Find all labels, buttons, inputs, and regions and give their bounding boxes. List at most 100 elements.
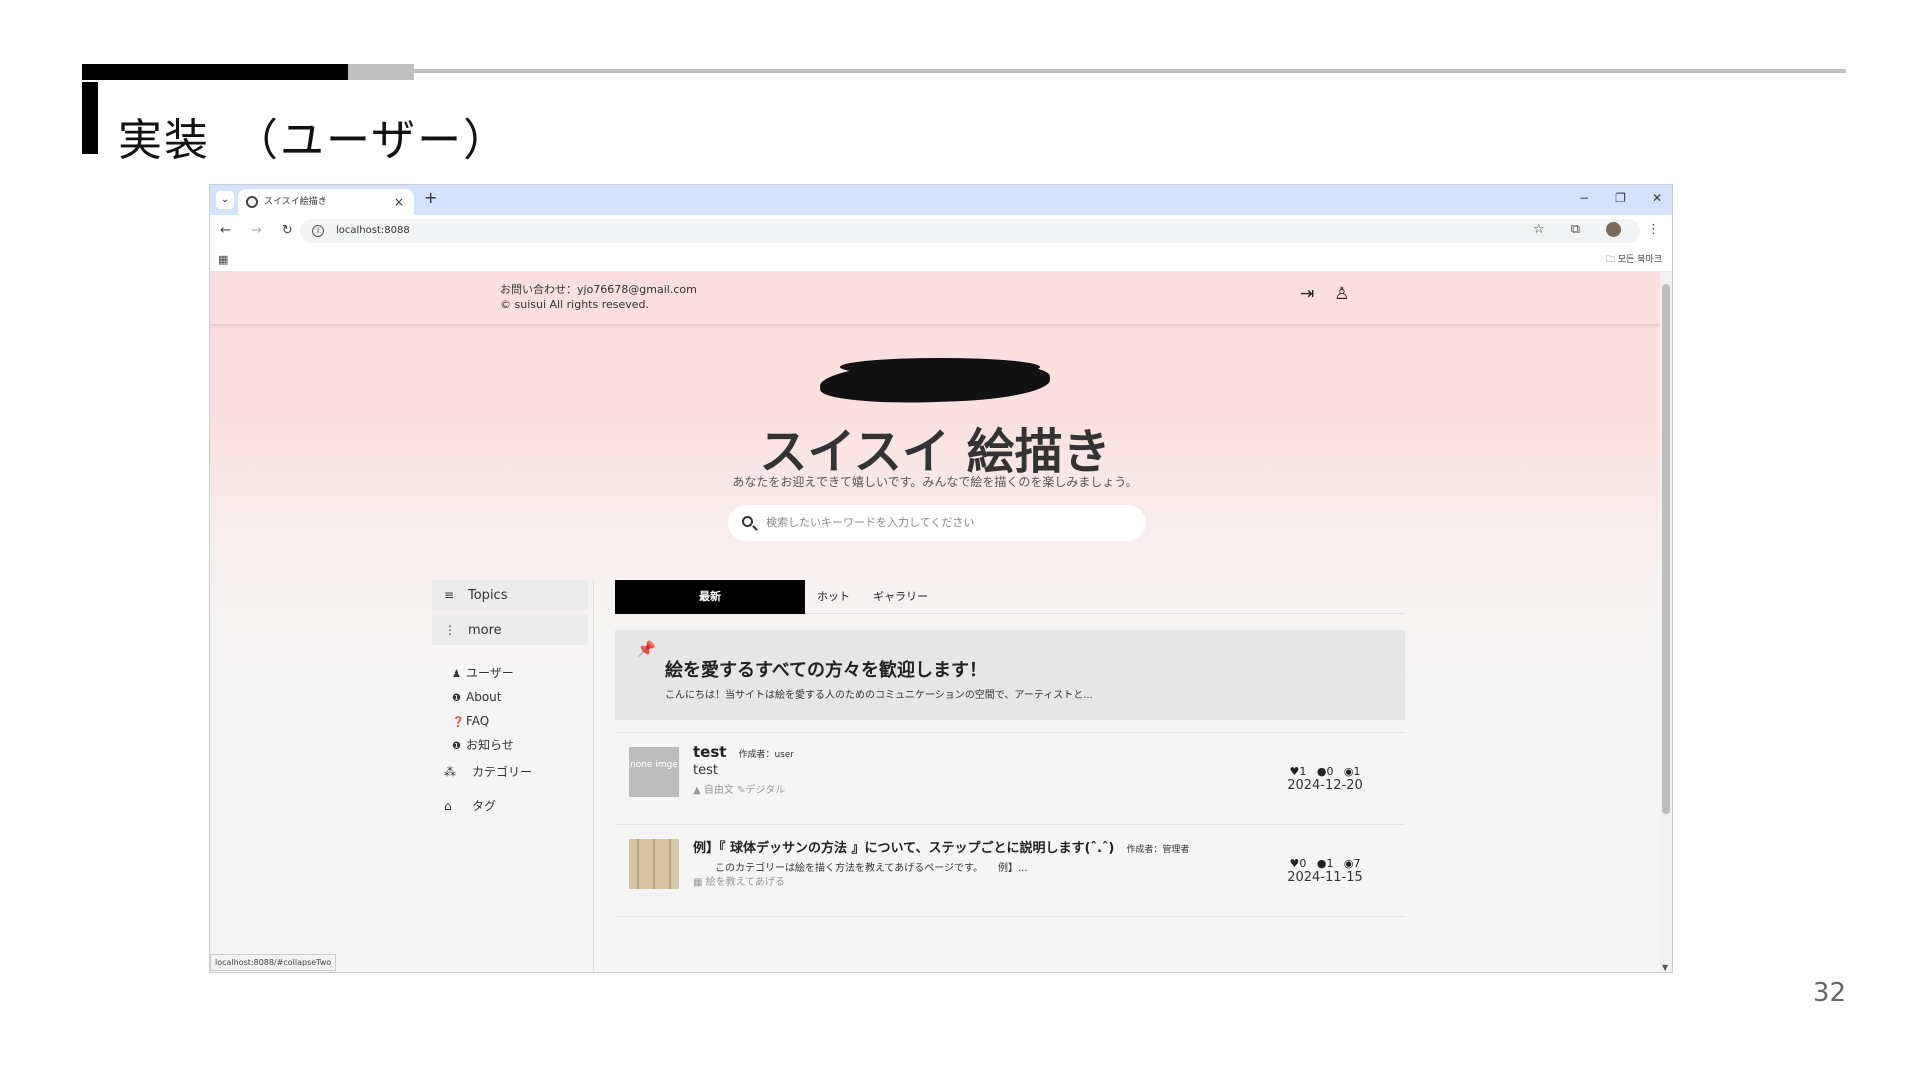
post-author: 作成者：user [738, 750, 795, 760]
post-body: test [693, 763, 718, 778]
sidebar-item-tag[interactable]: ⌂ タグ [444, 791, 588, 825]
scroll-down-arrow-icon[interactable]: ▼ [1662, 963, 1668, 972]
list-icon: ≡ [444, 588, 455, 602]
post-author: 作成者：管理者 [1126, 845, 1190, 855]
shapes-icon: ⁂ [444, 765, 456, 779]
sidebar-item-faq[interactable]: ❓ FAQ [452, 709, 588, 733]
all-bookmarks-label: 모든 북마크 [1617, 255, 1662, 265]
sidebar-topics-label: Topics [468, 588, 508, 603]
new-tab-button[interactable]: + [424, 188, 437, 207]
post-item[interactable]: 例】『 球体デッサンの方法 』について、ステップごとに説明します(ˆ.ˆ) 作成者… [615, 824, 1405, 916]
post-stats: ♥1 ●0 ◉1 2024-12-20 [1275, 765, 1375, 793]
close-window-icon[interactable]: ✕ [1652, 191, 1662, 205]
logout-icon[interactable]: ⇥ [1300, 284, 1314, 304]
post-title: test 作成者：user [693, 743, 794, 761]
post-date: 2024-12-20 [1287, 778, 1363, 793]
sidebar-item-label: About [466, 690, 502, 704]
sidebar-more-label: more [468, 623, 502, 638]
star-icon[interactable]: ☆ [1533, 222, 1545, 237]
sidebar-extra: ⁂ カテゴリー ⌂ タグ [432, 757, 588, 825]
page-viewport: お問い合わせ：yjo76678@gmail.com © suisui All r… [210, 272, 1672, 972]
globe-icon [246, 196, 258, 208]
post-body: このカテゴリーは絵を描く方法を教えてあげるページです。 例】... [715, 863, 1028, 874]
slide-page-number: 32 [1812, 978, 1846, 1008]
sidebar-item-label: タグ [472, 799, 497, 813]
sidebar-more-button[interactable]: ⋮ more [432, 615, 588, 645]
sidebar-divider [593, 580, 594, 972]
post-stats: ♥0 ●1 ◉7 2024-11-15 [1275, 857, 1375, 885]
sidebar-item-notice[interactable]: ❶ お知らせ [452, 733, 588, 757]
like-count: 0 [1299, 857, 1307, 870]
slide-header-bar-accent [348, 64, 414, 80]
tab-close-icon[interactable]: × [394, 189, 404, 215]
reload-icon[interactable]: ↻ [282, 223, 293, 238]
site-info-icon[interactable]: i [312, 225, 324, 237]
browser-tab[interactable]: スイスイ絵描き × [238, 189, 414, 215]
post-stat-row: ♥1 ●0 ◉1 [1275, 765, 1375, 778]
post-thumbnail: none imge [629, 747, 679, 797]
view-count: 1 [1353, 765, 1361, 778]
post-thumbnail-image [629, 839, 679, 889]
post-title-text: 例】『 球体デッサンの方法 』について、ステップごとに説明します(ˆ.ˆ) [693, 841, 1115, 856]
minimize-icon[interactable]: − [1579, 191, 1589, 205]
restore-icon[interactable]: ❐ [1615, 191, 1626, 205]
like-count: 1 [1299, 765, 1307, 778]
post-tabs: 最新 ホット ギャラリー [615, 580, 1405, 614]
slide-header-bar [82, 64, 348, 80]
user-icon[interactable]: ♙ [1334, 284, 1349, 304]
contact-email: お問い合わせ：yjo76678@gmail.com [500, 283, 697, 296]
sidebar-item-label: ユーザー [466, 666, 514, 680]
sidebar-item-about[interactable]: ❶ About [452, 685, 588, 709]
post-tags: ▦ 絵を教えてあげる [693, 877, 785, 888]
sidebar-item-category[interactable]: ⁂ カテゴリー [444, 757, 588, 791]
post-item[interactable]: none imge test 作成者：user test ▲ 自由文 ✎デジタル … [615, 732, 1405, 824]
contact-info: お問い合わせ：yjo76678@gmail.com © suisui All r… [500, 282, 697, 312]
post-stat-row: ♥0 ●1 ◉7 [1275, 857, 1375, 870]
post-title: 例】『 球体デッサンの方法 』について、ステップごとに説明します(ˆ.ˆ) 作成者… [693, 837, 1189, 856]
apps-grid-icon[interactable]: ▦ [218, 253, 228, 266]
eye-icon: ◉ [1336, 857, 1354, 870]
comment-icon: ● [1309, 765, 1327, 778]
search-placeholder: 検索したいキーワードを入力してください [766, 516, 975, 529]
site-subtitle: あなたをお迎えできて嬉しいです。みんなで絵を描くのを楽しみましょう。 [732, 475, 1138, 489]
menu-icon[interactable]: ⋮ [1647, 222, 1660, 237]
comment-count: 0 [1326, 765, 1334, 778]
search-input[interactable]: 検索したいキーワードを入力してください [728, 505, 1146, 541]
sidebar-topics-button[interactable]: ≡ Topics [432, 580, 588, 610]
slide-title: 実装 （ユーザー） [118, 115, 510, 166]
all-bookmarks[interactable]: 🗀 모든 북마크 [1606, 252, 1662, 268]
forward-icon[interactable]: → [251, 223, 262, 238]
comment-icon: ● [1309, 857, 1327, 870]
back-icon[interactable]: ← [220, 223, 231, 238]
nav-buttons: ← → ↻ [220, 223, 293, 238]
tab-search-dropdown-icon[interactable]: ⌄ [216, 191, 234, 209]
page-scrollbar[interactable]: ▼ [1660, 272, 1672, 972]
tab-hot[interactable]: ホット [817, 580, 850, 614]
site-title[interactable]: スイスイ 絵描き [210, 412, 1660, 482]
info-icon: ❶ [452, 693, 461, 704]
user-icon: ♟ [452, 669, 461, 680]
post-item-partial[interactable] [615, 916, 1405, 936]
pinned-text: こんにちは！当サイトは絵を愛する人のためのコミュニケーションの空間で、アーティス… [665, 690, 1093, 701]
extensions-icon[interactable]: ⧉ [1571, 222, 1580, 237]
url-text: localhost:8088 [336, 225, 410, 236]
tab-latest[interactable]: 最新 [615, 580, 805, 614]
site-header: お問い合わせ：yjo76678@gmail.com © suisui All r… [210, 272, 1660, 324]
view-count: 7 [1353, 857, 1361, 870]
post-title-text: test [693, 743, 727, 761]
header-icons: ⇥ ♙ [1300, 284, 1350, 304]
pin-icon: 📌 [637, 640, 656, 658]
address-bar[interactable]: i localhost:8088 [300, 219, 1640, 243]
notice-icon: ❶ [452, 741, 461, 752]
sidebar-item-user[interactable]: ♟ ユーザー [452, 661, 588, 685]
logo-brush-stroke-top [840, 358, 1040, 376]
tab-strip: ⌄ スイスイ絵描き × + − ❐ ✕ [210, 185, 1672, 215]
profile-avatar[interactable] [1606, 222, 1621, 237]
pinned-post[interactable]: 📌 絵を愛するすべての方々を歓迎します！ こんにちは！当サイトは絵を愛する人のた… [615, 630, 1405, 720]
slide-header-line [414, 69, 1846, 73]
question-icon: ❓ [452, 717, 465, 728]
window-controls: − ❐ ✕ [1579, 191, 1662, 205]
copyright: © suisui All rights reseved. [500, 298, 650, 311]
scrollbar-thumb[interactable] [1662, 284, 1670, 814]
tab-gallery[interactable]: ギャラリー [873, 580, 928, 614]
